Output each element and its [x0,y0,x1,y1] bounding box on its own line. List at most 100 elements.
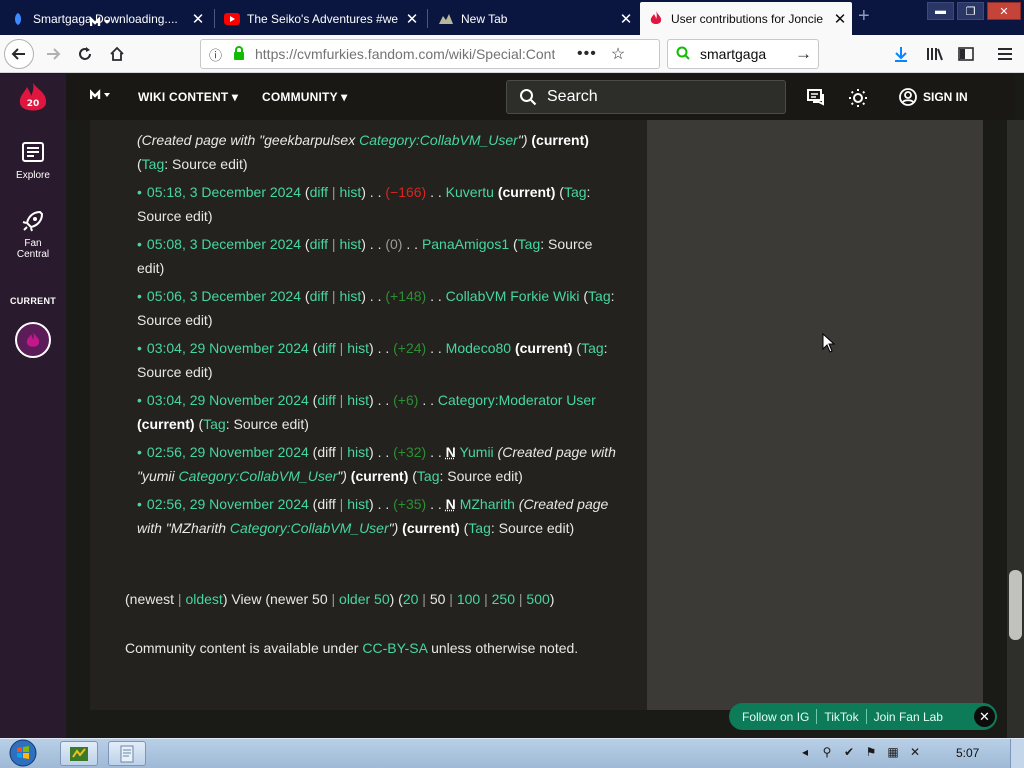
sign-in-button[interactable]: SIGN IN [899,88,968,106]
contribution-link[interactable]: Category:Moderator User [438,392,596,408]
contribution-link[interactable]: PanaAmigos1 [422,236,509,252]
contribution-link[interactable]: Kuvertu [446,184,494,200]
contribution-link[interactable]: Tag [142,156,165,172]
rail-explore[interactable]: Explore [0,140,66,181]
contribution-link[interactable]: 02:56, 29 November 2024 [147,496,309,512]
tab-user-contributions[interactable]: User contributions for Joncie ✕ [640,2,852,35]
contribution-link[interactable]: hist [339,236,361,252]
contribution-link[interactable]: 03:04, 29 November 2024 [147,392,309,408]
tray-search-icon[interactable]: ⚲ [819,744,835,760]
close-tab-icon[interactable]: ✕ [828,10,852,28]
contribution-link[interactable]: Tag [588,288,611,304]
contribution-link[interactable]: MZharith [460,496,515,512]
url-text[interactable]: https://cvmfurkies.fandom.com/wiki/Speci… [255,46,555,62]
show-desktop-button[interactable] [1010,739,1024,768]
scrollbar-thumb[interactable] [1009,570,1022,640]
restore-button[interactable]: ❐ [957,2,984,20]
pager-link[interactable]: oldest [185,591,222,607]
taskbar-app-notepad[interactable] [108,741,146,766]
follow-ig-link[interactable]: Follow on IG [735,710,816,724]
tray-antivirus-icon[interactable]: ✔ [841,744,857,760]
minimize-button[interactable]: ▬ [927,2,954,20]
contribution-link[interactable]: diff [317,340,335,356]
sidebar-icon[interactable] [955,43,977,65]
contribution-link[interactable]: diff [310,184,328,200]
contribution-link[interactable]: hist [347,444,369,460]
tab-youtube[interactable]: The Seiko's Adventures #we ✕ [216,2,424,35]
contribution-link[interactable]: 02:56, 29 November 2024 [147,444,309,460]
bookmark-star-icon[interactable]: ☆ [611,44,625,64]
wiki-search-input[interactable]: Search [506,80,786,114]
page-actions-icon[interactable]: ••• [577,45,597,63]
join-fan-lab-link[interactable]: Join Fan Lab [867,710,950,724]
contribution-link[interactable]: Category:CollabVM_User [179,468,338,484]
contribution-link[interactable]: hist [339,288,361,304]
close-tab-icon[interactable]: ✕ [614,10,638,28]
contribution-link[interactable]: Tag [417,468,440,484]
taskbar-app-game[interactable] [60,741,98,766]
contribution-link[interactable]: Tag [564,184,587,200]
contribution-link[interactable]: 03:04, 29 November 2024 [147,340,309,356]
reload-button[interactable] [70,39,100,69]
contribution-link[interactable]: Yumii [459,444,493,460]
pager-link[interactable]: 250 [492,591,515,607]
back-button[interactable] [4,39,34,69]
window-close-button[interactable]: ✕ [987,2,1021,20]
pager-link[interactable]: older 50 [339,591,390,607]
current-wiki-avatar[interactable] [15,322,51,358]
downloads-icon[interactable] [890,43,912,65]
forward-button[interactable] [38,39,68,69]
theme-toggle-icon[interactable] [848,88,868,108]
contribution-link[interactable]: Tag [203,416,226,432]
contribution-link[interactable]: Tag [581,340,604,356]
tray-network-icon[interactable]: ▦ [885,744,901,760]
pager-link[interactable]: 500 [526,591,549,607]
wiki-menu-icon[interactable] [89,89,112,104]
close-tab-icon[interactable]: ✕ [186,10,210,28]
nav-community[interactable]: COMMUNITY ▾ [262,90,347,104]
pager-link[interactable]: 20 [403,591,419,607]
contribution-link[interactable]: Modeco80 [446,340,511,356]
pager-link[interactable]: 100 [457,591,480,607]
search-go-icon[interactable]: → [795,44,812,64]
nav-wiki-content[interactable]: WIKI CONTENT ▾ [138,90,238,104]
info-icon[interactable]: ⓘ [209,45,229,64]
page-scrollbar[interactable] [1007,120,1024,738]
wiki-menu-icon[interactable] [89,16,112,31]
contribution-link[interactable]: diff [310,236,328,252]
tray-flag-icon[interactable]: ⚑ [863,744,879,760]
tab-new-tab[interactable]: New Tab ✕ [430,2,638,35]
contribution-link[interactable]: Tag [468,520,491,536]
license-link[interactable]: CC-BY-SA [362,640,427,656]
contribution-link[interactable]: 05:18, 3 December 2024 [147,184,301,200]
home-button[interactable] [102,39,132,69]
hamburger-menu-icon[interactable] [994,43,1016,65]
contribution-link[interactable]: hist [347,340,369,356]
contribution-link[interactable]: hist [347,496,369,512]
contribution-link[interactable]: hist [347,392,369,408]
contribution-link[interactable]: Category:CollabVM_User [359,132,518,148]
search-bar[interactable]: smartgaga → [667,39,819,69]
tray-volume-muted-icon[interactable]: ✕ [907,744,923,760]
contribution-link[interactable]: diff [310,288,328,304]
start-button[interactable] [4,739,42,767]
contribution-link[interactable]: hist [339,184,361,200]
tray-expand-icon[interactable]: ◂ [797,744,813,760]
discussions-icon[interactable] [806,88,826,108]
tiktok-link[interactable]: TikTok [817,710,865,724]
close-tab-icon[interactable]: ✕ [400,10,424,28]
contribution-link[interactable]: diff [317,392,335,408]
library-icon[interactable] [924,43,946,65]
contribution-link[interactable]: 05:08, 3 December 2024 [147,236,301,252]
fandom-logo[interactable]: 20 [16,82,50,116]
rail-fan-central[interactable]: Fan Central [0,208,66,260]
contribution-link[interactable]: Category:CollabVM_User [230,520,389,536]
contribution-link[interactable]: 05:06, 3 December 2024 [147,288,301,304]
search-input[interactable]: smartgaga [700,46,795,62]
url-bar[interactable]: ⓘ https://cvmfurkies.fandom.com/wiki/Spe… [200,39,660,69]
contribution-link[interactable]: Tag [518,236,541,252]
new-tab-button[interactable]: + [858,6,870,26]
close-icon[interactable]: ✕ [974,706,995,727]
lock-icon[interactable] [233,45,249,63]
taskbar-clock[interactable]: 5:07 [956,746,979,760]
